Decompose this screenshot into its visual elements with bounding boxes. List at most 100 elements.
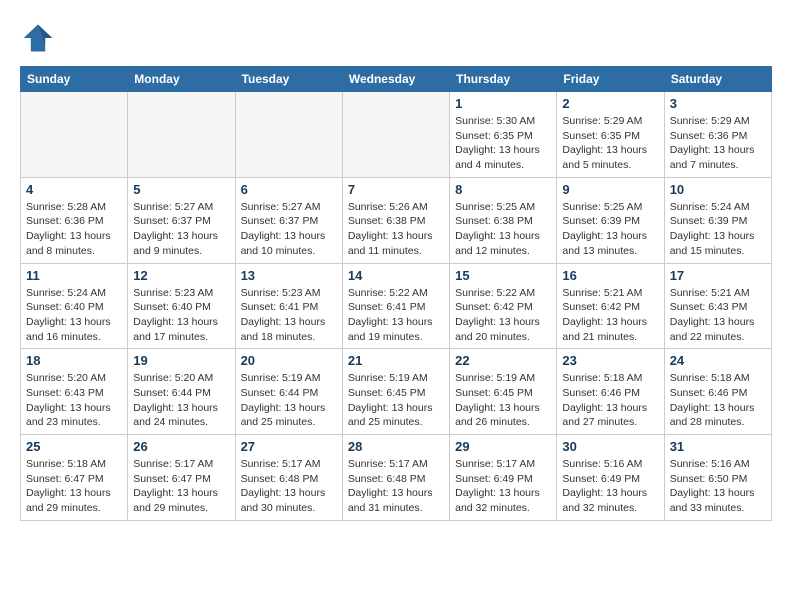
day-number: 15 xyxy=(455,268,551,283)
calendar-cell: 4 Sunrise: 5:28 AM Sunset: 6:36 PM Daylig… xyxy=(21,177,128,263)
calendar-cell: 15 Sunrise: 5:22 AM Sunset: 6:42 PM Dayli… xyxy=(450,263,557,349)
calendar-cell: 26Sunrise: 5:17 AM Sunset: 6:47 PM Dayli… xyxy=(128,435,235,521)
calendar-cell xyxy=(128,92,235,178)
column-header-tuesday: Tuesday xyxy=(235,67,342,92)
day-number: 28 xyxy=(348,439,444,454)
day-number: 4 xyxy=(26,182,122,197)
calendar-cell: 30 Sunrise: 5:16 AM Sunset: 6:49 PM Dayli… xyxy=(557,435,664,521)
day-number: 16 xyxy=(562,268,658,283)
day-number: 9 xyxy=(562,182,658,197)
day-info: Sunrise: 5:16 AM Sunset: 6:49 PM Dayligh… xyxy=(562,457,658,516)
day-info: Sunrise: 5:28 AM Sunset: 6:36 PM Dayligh… xyxy=(26,200,122,259)
logo-icon xyxy=(20,20,56,56)
day-number: 13 xyxy=(241,268,337,283)
day-number: 21 xyxy=(348,353,444,368)
calendar-header-row: SundayMondayTuesdayWednesdayThursdayFrid… xyxy=(21,67,772,92)
week-row-3: 11 Sunrise: 5:24 AM Sunset: 6:40 PM Dayli… xyxy=(21,263,772,349)
day-info: Sunrise: 5:19 AM Sunset: 6:44 PM Dayligh… xyxy=(241,371,337,430)
day-info: Sunrise: 5:16 AM Sunset: 6:50 PM Dayligh… xyxy=(670,457,766,516)
calendar-cell: 21 Sunrise: 5:19 AM Sunset: 6:45 PM Dayli… xyxy=(342,349,449,435)
calendar-cell xyxy=(21,92,128,178)
column-header-wednesday: Wednesday xyxy=(342,67,449,92)
calendar-cell: 10 Sunrise: 5:24 AM Sunset: 6:39 PM Dayli… xyxy=(664,177,771,263)
column-header-saturday: Saturday xyxy=(664,67,771,92)
calendar-cell: 29Sunrise: 5:17 AM Sunset: 6:49 PM Dayli… xyxy=(450,435,557,521)
week-row-2: 4 Sunrise: 5:28 AM Sunset: 6:36 PM Daylig… xyxy=(21,177,772,263)
calendar-cell: 2Sunrise: 5:29 AM Sunset: 6:35 PM Daylig… xyxy=(557,92,664,178)
calendar-cell: 28 Sunrise: 5:17 AM Sunset: 6:48 PM Dayli… xyxy=(342,435,449,521)
calendar-cell: 20Sunrise: 5:19 AM Sunset: 6:44 PM Dayli… xyxy=(235,349,342,435)
day-number: 25 xyxy=(26,439,122,454)
day-info: Sunrise: 5:18 AM Sunset: 6:46 PM Dayligh… xyxy=(670,371,766,430)
calendar-cell: 5Sunrise: 5:27 AM Sunset: 6:37 PM Daylig… xyxy=(128,177,235,263)
day-info: Sunrise: 5:24 AM Sunset: 6:40 PM Dayligh… xyxy=(26,286,122,345)
day-info: Sunrise: 5:25 AM Sunset: 6:39 PM Dayligh… xyxy=(562,200,658,259)
day-info: Sunrise: 5:18 AM Sunset: 6:47 PM Dayligh… xyxy=(26,457,122,516)
day-info: Sunrise: 5:27 AM Sunset: 6:37 PM Dayligh… xyxy=(241,200,337,259)
day-info: Sunrise: 5:22 AM Sunset: 6:42 PM Dayligh… xyxy=(455,286,551,345)
week-row-4: 18Sunrise: 5:20 AM Sunset: 6:43 PM Dayli… xyxy=(21,349,772,435)
day-info: Sunrise: 5:17 AM Sunset: 6:48 PM Dayligh… xyxy=(241,457,337,516)
day-number: 30 xyxy=(562,439,658,454)
day-number: 11 xyxy=(26,268,122,283)
calendar-table: SundayMondayTuesdayWednesdayThursdayFrid… xyxy=(20,66,772,521)
day-info: Sunrise: 5:23 AM Sunset: 6:40 PM Dayligh… xyxy=(133,286,229,345)
calendar-cell xyxy=(235,92,342,178)
day-number: 7 xyxy=(348,182,444,197)
calendar-cell: 25 Sunrise: 5:18 AM Sunset: 6:47 PM Dayli… xyxy=(21,435,128,521)
day-info: Sunrise: 5:25 AM Sunset: 6:38 PM Dayligh… xyxy=(455,200,551,259)
calendar-cell: 13 Sunrise: 5:23 AM Sunset: 6:41 PM Dayli… xyxy=(235,263,342,349)
calendar-cell: 12 Sunrise: 5:23 AM Sunset: 6:40 PM Dayli… xyxy=(128,263,235,349)
calendar-cell: 17Sunrise: 5:21 AM Sunset: 6:43 PM Dayli… xyxy=(664,263,771,349)
column-header-friday: Friday xyxy=(557,67,664,92)
calendar-cell: 3 Sunrise: 5:29 AM Sunset: 6:36 PM Daylig… xyxy=(664,92,771,178)
page-header xyxy=(20,20,772,56)
calendar-cell: 7Sunrise: 5:26 AM Sunset: 6:38 PM Daylig… xyxy=(342,177,449,263)
calendar-cell: 14Sunrise: 5:22 AM Sunset: 6:41 PM Dayli… xyxy=(342,263,449,349)
day-number: 6 xyxy=(241,182,337,197)
day-number: 23 xyxy=(562,353,658,368)
calendar-cell: 9 Sunrise: 5:25 AM Sunset: 6:39 PM Daylig… xyxy=(557,177,664,263)
column-header-thursday: Thursday xyxy=(450,67,557,92)
day-info: Sunrise: 5:17 AM Sunset: 6:49 PM Dayligh… xyxy=(455,457,551,516)
day-info: Sunrise: 5:21 AM Sunset: 6:43 PM Dayligh… xyxy=(670,286,766,345)
calendar-cell: 31Sunrise: 5:16 AM Sunset: 6:50 PM Dayli… xyxy=(664,435,771,521)
day-info: Sunrise: 5:19 AM Sunset: 6:45 PM Dayligh… xyxy=(348,371,444,430)
day-number: 5 xyxy=(133,182,229,197)
calendar-cell: 11 Sunrise: 5:24 AM Sunset: 6:40 PM Dayli… xyxy=(21,263,128,349)
day-info: Sunrise: 5:17 AM Sunset: 6:48 PM Dayligh… xyxy=(348,457,444,516)
day-info: Sunrise: 5:30 AM Sunset: 6:35 PM Dayligh… xyxy=(455,114,551,173)
calendar-cell: 24 Sunrise: 5:18 AM Sunset: 6:46 PM Dayli… xyxy=(664,349,771,435)
day-number: 3 xyxy=(670,96,766,111)
day-info: Sunrise: 5:29 AM Sunset: 6:36 PM Dayligh… xyxy=(670,114,766,173)
day-number: 24 xyxy=(670,353,766,368)
day-number: 19 xyxy=(133,353,229,368)
day-info: Sunrise: 5:19 AM Sunset: 6:45 PM Dayligh… xyxy=(455,371,551,430)
day-number: 27 xyxy=(241,439,337,454)
calendar-cell: 27 Sunrise: 5:17 AM Sunset: 6:48 PM Dayli… xyxy=(235,435,342,521)
calendar-cell: 19 Sunrise: 5:20 AM Sunset: 6:44 PM Dayli… xyxy=(128,349,235,435)
day-number: 22 xyxy=(455,353,551,368)
logo xyxy=(20,20,60,56)
day-number: 8 xyxy=(455,182,551,197)
calendar-cell: 23 Sunrise: 5:18 AM Sunset: 6:46 PM Dayli… xyxy=(557,349,664,435)
calendar-cell: 6 Sunrise: 5:27 AM Sunset: 6:37 PM Daylig… xyxy=(235,177,342,263)
day-info: Sunrise: 5:18 AM Sunset: 6:46 PM Dayligh… xyxy=(562,371,658,430)
calendar-cell: 8 Sunrise: 5:25 AM Sunset: 6:38 PM Daylig… xyxy=(450,177,557,263)
day-info: Sunrise: 5:24 AM Sunset: 6:39 PM Dayligh… xyxy=(670,200,766,259)
calendar-cell xyxy=(342,92,449,178)
calendar-cell: 16 Sunrise: 5:21 AM Sunset: 6:42 PM Dayli… xyxy=(557,263,664,349)
day-number: 18 xyxy=(26,353,122,368)
calendar-cell: 1Sunrise: 5:30 AM Sunset: 6:35 PM Daylig… xyxy=(450,92,557,178)
day-number: 10 xyxy=(670,182,766,197)
day-number: 14 xyxy=(348,268,444,283)
column-header-sunday: Sunday xyxy=(21,67,128,92)
day-info: Sunrise: 5:20 AM Sunset: 6:44 PM Dayligh… xyxy=(133,371,229,430)
column-header-monday: Monday xyxy=(128,67,235,92)
day-info: Sunrise: 5:23 AM Sunset: 6:41 PM Dayligh… xyxy=(241,286,337,345)
day-info: Sunrise: 5:21 AM Sunset: 6:42 PM Dayligh… xyxy=(562,286,658,345)
week-row-5: 25 Sunrise: 5:18 AM Sunset: 6:47 PM Dayli… xyxy=(21,435,772,521)
day-number: 12 xyxy=(133,268,229,283)
calendar-cell: 18Sunrise: 5:20 AM Sunset: 6:43 PM Dayli… xyxy=(21,349,128,435)
week-row-1: 1Sunrise: 5:30 AM Sunset: 6:35 PM Daylig… xyxy=(21,92,772,178)
